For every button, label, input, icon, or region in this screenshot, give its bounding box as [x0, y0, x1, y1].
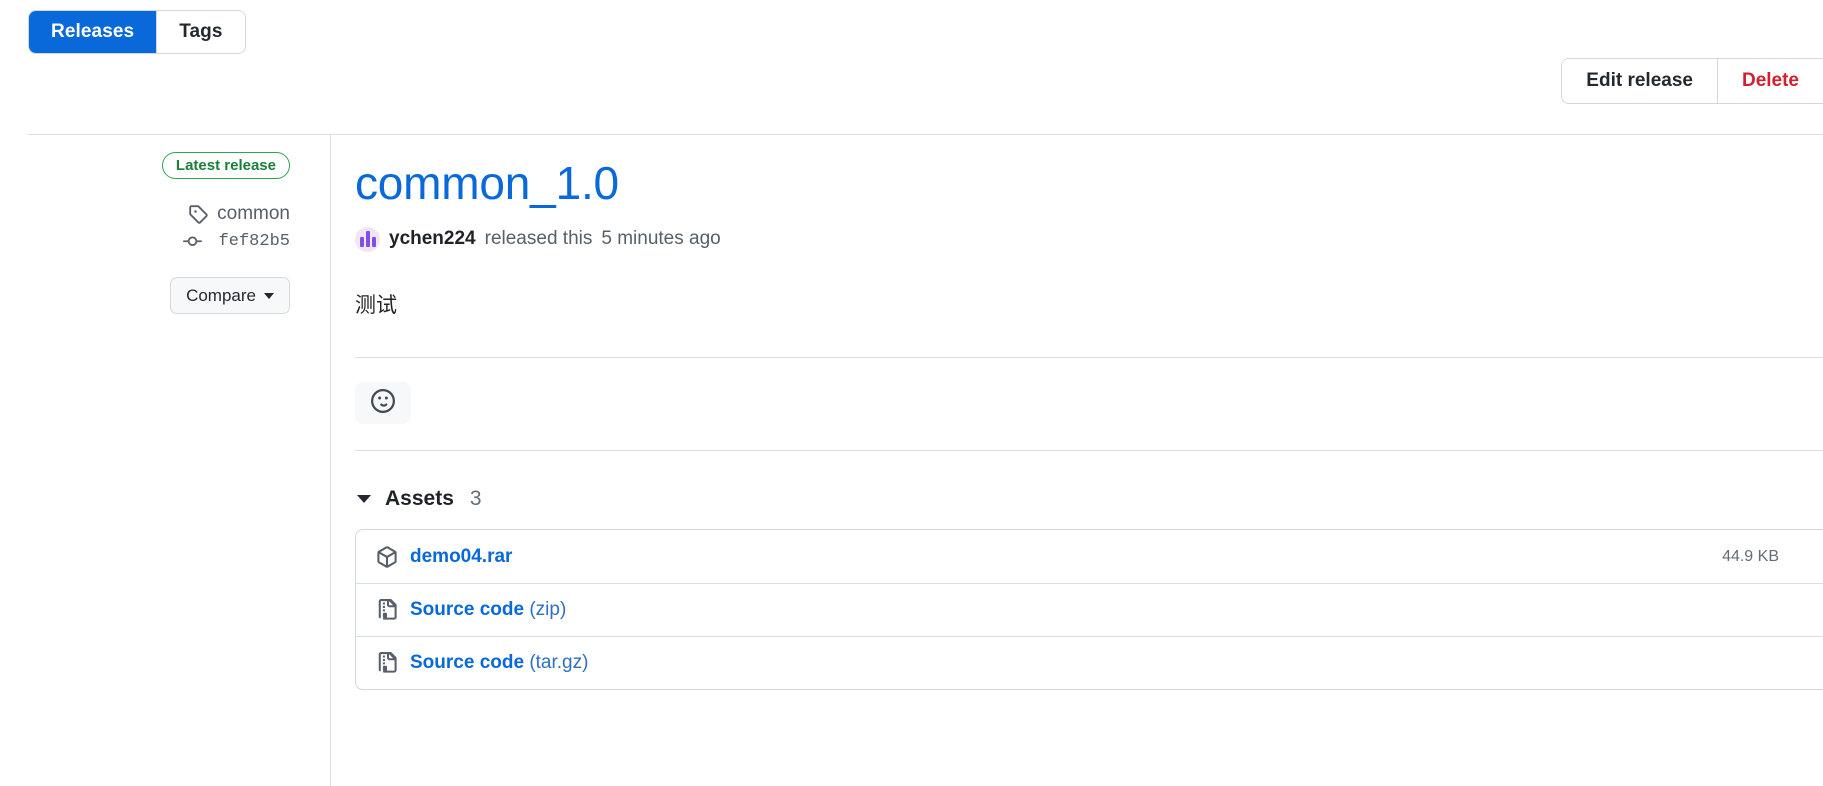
- reactions-bar: [355, 358, 1823, 450]
- asset-name[interactable]: Source code (tar.gz): [410, 652, 588, 674]
- reactions-divider: [355, 450, 1823, 451]
- asset-name[interactable]: demo04.rar: [410, 546, 512, 568]
- tab-tags-label: Tags: [179, 21, 222, 43]
- asset-name-ext: (zip): [524, 599, 566, 620]
- release-body: 测试: [355, 290, 1823, 322]
- commit-link[interactable]: fef82b5: [183, 232, 290, 251]
- asset-size: 44.9 KB: [1722, 548, 1801, 566]
- file-zip-icon: [376, 599, 398, 621]
- tab-releases-label: Releases: [51, 21, 134, 43]
- asset-name[interactable]: Source code (zip): [410, 599, 566, 621]
- commit-sha: fef82b5: [219, 232, 290, 251]
- delete-release-button[interactable]: Delete: [1717, 59, 1823, 103]
- assets-list: demo04.rar 44.9 KB Source code (zip): [355, 529, 1823, 690]
- commit-icon: [183, 232, 202, 251]
- asset-left: Source code (tar.gz): [376, 652, 588, 674]
- assets-header[interactable]: Assets 3: [355, 487, 1823, 511]
- release-byline: ychen224 released this 5 minutes ago: [355, 227, 1823, 252]
- asset-left: Source code (zip): [376, 599, 566, 621]
- latest-release-badge: Latest release: [162, 152, 290, 179]
- smiley-icon: [371, 389, 395, 418]
- delete-release-label: Delete: [1742, 70, 1799, 92]
- tab-tags[interactable]: Tags: [156, 11, 244, 53]
- assets-count: 3: [470, 487, 482, 511]
- latest-release-badge-label: Latest release: [176, 157, 276, 174]
- add-reaction-button[interactable]: [355, 382, 411, 424]
- column-divider: [330, 135, 331, 786]
- tab-releases[interactable]: Releases: [29, 11, 156, 53]
- asset-name-ext: (tar.gz): [524, 652, 588, 673]
- compare-button-label: Compare: [186, 286, 256, 306]
- compare-button[interactable]: Compare: [170, 277, 290, 314]
- release-timestamp: 5 minutes ago: [601, 228, 720, 250]
- tag-icon: [188, 204, 208, 224]
- asset-name-text: Source code: [410, 652, 524, 673]
- table-row[interactable]: Source code (tar.gz): [356, 636, 1823, 689]
- release-actions: Edit release Delete: [1561, 58, 1823, 104]
- avatar[interactable]: [355, 227, 380, 252]
- releases-page: Releases Tags Edit release Delete Latest…: [0, 0, 1823, 786]
- file-zip-icon: [376, 652, 398, 674]
- table-row[interactable]: Source code (zip): [356, 583, 1823, 636]
- released-text: released this: [485, 228, 593, 250]
- asset-name-text: demo04.rar: [410, 546, 512, 567]
- avatar-glyph: [360, 231, 376, 247]
- package-icon: [376, 546, 398, 568]
- chevron-down-icon: [357, 495, 371, 503]
- release-title[interactable]: common_1.0: [355, 158, 1823, 209]
- tag-name: common: [217, 203, 290, 225]
- release-main: common_1.0 ychen224 released this 5 minu…: [355, 150, 1823, 690]
- edit-release-label: Edit release: [1586, 70, 1693, 92]
- edit-release-button[interactable]: Edit release: [1562, 59, 1717, 103]
- chevron-down-icon: [264, 293, 274, 299]
- header-divider: [28, 134, 1823, 135]
- table-row[interactable]: demo04.rar 44.9 KB: [356, 530, 1823, 583]
- tag-link[interactable]: common: [188, 203, 290, 225]
- asset-name-text: Source code: [410, 599, 524, 620]
- asset-left: demo04.rar: [376, 546, 512, 568]
- assets-heading-label: Assets: [385, 487, 454, 511]
- release-tabs: Releases Tags: [28, 10, 246, 54]
- release-sidebar: Latest release common fef82b5 Compare: [28, 150, 306, 314]
- release-author[interactable]: ychen224: [389, 228, 476, 250]
